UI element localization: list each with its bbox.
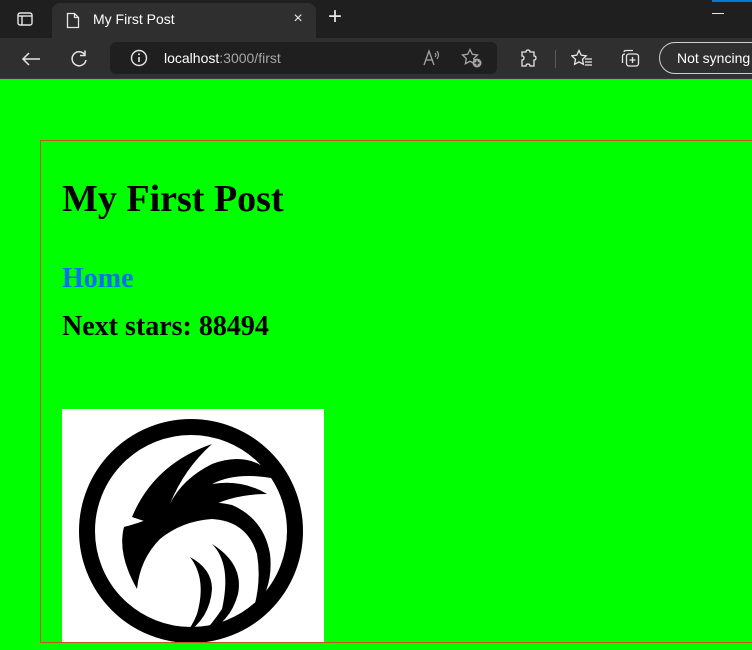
read-aloud-icon [423,49,440,66]
refresh-button[interactable] [66,46,92,72]
tab-actions-icon [17,12,33,26]
profile-sync-button[interactable]: Not syncing [659,42,752,74]
read-aloud-button[interactable] [421,47,443,69]
stars-count: Next stars: 88494 [62,311,269,342]
post-container: My First Post Home Next stars: 88494 [40,140,752,643]
page-title: My First Post [62,178,284,220]
title-bar: My First Post × + [0,0,752,39]
back-icon [21,52,40,66]
extensions-icon [521,49,537,67]
minimize-button[interactable] [712,13,724,14]
page-icon [66,12,80,29]
tab-actions-button[interactable] [14,9,36,29]
favorites-icon [571,49,592,66]
refresh-icon [71,50,87,67]
address-bar[interactable]: localhost:3000/first [110,42,497,74]
extensions-button[interactable] [516,46,542,72]
page-viewport: My First Post Home Next stars: 88494 [0,80,752,650]
url-host: localhost [164,50,220,66]
url-path: :3000/first [219,50,281,66]
collections-icon [621,49,640,67]
home-link[interactable]: Home [62,263,134,295]
info-icon[interactable] [130,49,148,67]
accent-strip [712,0,752,2]
favorites-button[interactable] [569,46,595,72]
eagle-logo-image [62,409,324,642]
browser-tab[interactable]: My First Post × [52,3,316,39]
add-favorite-button[interactable] [461,47,483,69]
new-tab-button[interactable]: + [324,5,346,30]
back-button[interactable] [18,46,44,72]
tab-close-button[interactable]: × [288,9,308,29]
browser-toolbar: localhost:3000/first Not syncing [0,38,752,79]
collections-button[interactable] [618,46,644,72]
add-favorite-icon [461,48,482,68]
tab-title: My First Post [93,11,175,27]
toolbar-divider [555,50,556,68]
url-text[interactable]: localhost:3000/first [164,50,281,66]
eagle-logo-icon [79,419,303,642]
